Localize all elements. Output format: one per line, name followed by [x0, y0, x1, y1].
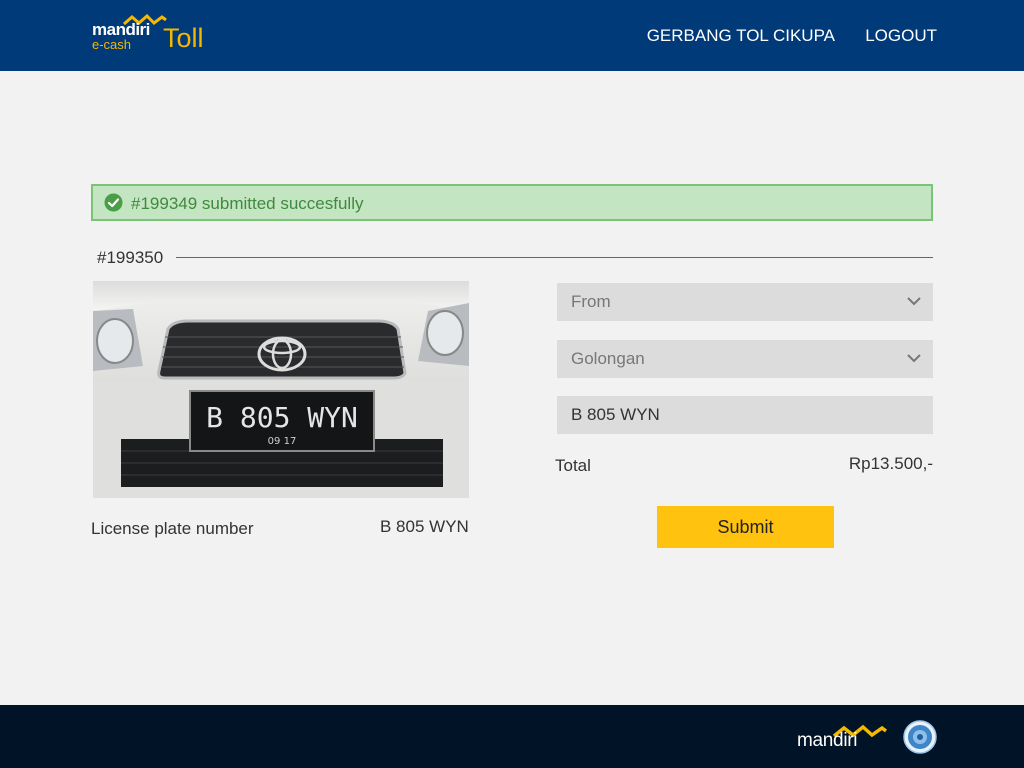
- plate-number-input[interactable]: [557, 396, 933, 434]
- success-alert: #199349 submitted succesfully: [91, 184, 933, 221]
- plate-photo-expiry: 09 17: [268, 436, 297, 447]
- plate-number-value: B 805 WYN: [380, 517, 469, 536]
- chevron-down-icon: [907, 297, 921, 306]
- vehicle-photo: B 805 WYN 09 17: [93, 281, 469, 498]
- plate-number-label: License plate number: [91, 519, 254, 538]
- check-circle-icon: [104, 193, 123, 212]
- golongan-select-placeholder: Golongan: [571, 349, 645, 368]
- submit-button[interactable]: Submit: [657, 506, 834, 548]
- logo-ecash-text: e-cash: [92, 37, 132, 52]
- footer-mandiri-logo: mandiri: [797, 730, 858, 751]
- total-label: Total: [555, 456, 591, 475]
- section-divider: [176, 257, 933, 258]
- plate-photo-text: B 805 WYN: [206, 401, 358, 434]
- chevron-down-icon: [907, 354, 921, 363]
- transaction-id: #199350: [97, 248, 164, 267]
- gate-name: GERBANG TOL CIKUPA: [646, 26, 835, 45]
- alert-message: #199349 submitted succesfully: [131, 194, 364, 213]
- logo-toll-text: Toll: [163, 23, 204, 53]
- app-header: mandiri e-cash Toll GERBANG TOL CIKUPA L…: [0, 0, 1024, 71]
- golongan-select[interactable]: Golongan: [557, 340, 933, 378]
- from-select[interactable]: From: [557, 283, 933, 321]
- institution-seal-icon: [903, 720, 937, 754]
- mandiri-ecash-toll-logo: mandiri e-cash Toll: [92, 14, 212, 54]
- logout-link[interactable]: LOGOUT: [865, 26, 937, 46]
- from-select-placeholder: From: [571, 292, 611, 311]
- total-value: Rp13.500,-: [848, 454, 933, 473]
